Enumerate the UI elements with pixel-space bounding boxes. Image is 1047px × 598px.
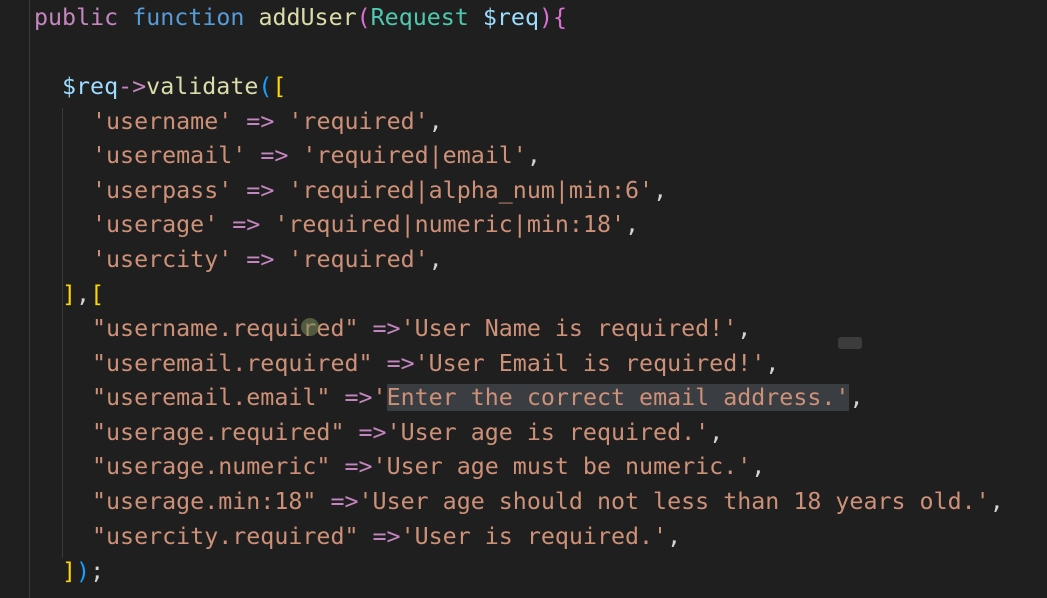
- code-line-validate[interactable]: $req->validate([: [0, 70, 1047, 104]
- arrow-operator: =>: [330, 488, 359, 515]
- message-value: 'User age should not less than 18 years …: [358, 488, 990, 515]
- code-line-rule[interactable]: 'useremail' => 'required|email',: [0, 139, 1047, 173]
- code-line-1[interactable]: public function addUser(Request $req){: [0, 1, 1047, 35]
- code-line-closing[interactable]: ]);: [0, 555, 1047, 589]
- message-value: 'User age must be numeric.': [372, 453, 752, 480]
- arrow-operator: ->: [118, 73, 147, 100]
- selected-text[interactable]: Enter the correct email address.': [386, 384, 850, 411]
- arrow-operator: =>: [386, 350, 415, 377]
- message-value: 'User Email is required!': [414, 350, 766, 377]
- param-req: $req: [482, 4, 539, 31]
- rule-value: 'required': [288, 108, 429, 135]
- arrow-operator: =>: [372, 523, 401, 550]
- message-key: "userage.min:18": [92, 488, 317, 515]
- semicolon: ;: [90, 558, 105, 585]
- code-line-rule[interactable]: 'usercity' => 'required',: [0, 243, 1047, 277]
- code-line-message[interactable]: "userage.required" =>'User age is requir…: [0, 416, 1047, 450]
- arrow-operator: =>: [358, 419, 387, 446]
- comma: ,: [849, 384, 864, 411]
- code-line-message[interactable]: "userage.min:18" =>'User age should not …: [0, 485, 1047, 519]
- message-key: "usercity.required": [92, 523, 359, 550]
- arrow-operator: =>: [372, 315, 401, 342]
- code-line-separator[interactable]: ],[: [0, 278, 1047, 312]
- paren-open: (: [356, 4, 371, 31]
- comma: ,: [709, 419, 724, 446]
- paren-open: (: [258, 73, 273, 100]
- keyword-public: public: [34, 4, 119, 31]
- bracket-close: ]: [62, 558, 77, 585]
- rule-value: 'required': [288, 246, 429, 273]
- comma: ,: [765, 350, 780, 377]
- code-editor[interactable]: public function addUser(Request $req){ $…: [0, 0, 1047, 598]
- comma: ,: [751, 453, 766, 480]
- comma: ,: [989, 488, 1004, 515]
- rule-value: 'required|numeric|min:18': [274, 211, 626, 238]
- message-key: "useremail.required": [92, 350, 373, 377]
- arrow-operator: =>: [232, 211, 261, 238]
- arrow-operator: =>: [246, 108, 275, 135]
- bracket-open: [: [272, 73, 287, 100]
- comma: ,: [667, 523, 682, 550]
- message-key: "userage.required": [92, 419, 345, 446]
- comma: ,: [76, 281, 91, 308]
- arrow-operator: =>: [246, 246, 275, 273]
- rule-value: 'required|email': [302, 142, 527, 169]
- var-req: $req: [62, 73, 119, 100]
- bracket-open: [: [90, 281, 105, 308]
- arrow-operator: =>: [344, 453, 373, 480]
- bracket-close: ]: [62, 281, 77, 308]
- comma: ,: [653, 177, 668, 204]
- message-value: 'User is required.': [400, 523, 668, 550]
- type-request: Request: [370, 4, 469, 31]
- comma: ,: [428, 246, 443, 273]
- code-line-message[interactable]: "username.required" =>'User Name is requ…: [0, 312, 1047, 346]
- comma: ,: [625, 211, 640, 238]
- code-line-message[interactable]: "usercity.required" =>'User is required.…: [0, 520, 1047, 554]
- rule-key: 'usercity': [92, 246, 233, 273]
- code-line-rule[interactable]: 'userpass' => 'required|alpha_num|min:6'…: [0, 174, 1047, 208]
- rule-key: 'username': [92, 108, 233, 135]
- message-value: 'User Name is required!': [400, 315, 738, 342]
- arrow-operator: =>: [260, 142, 289, 169]
- method-validate: validate: [146, 73, 259, 100]
- brace-open: {: [553, 4, 568, 31]
- message-key: "userage.numeric": [92, 453, 331, 480]
- comma: ,: [428, 108, 443, 135]
- rule-key: 'userpass': [92, 177, 233, 204]
- paren-close: ): [538, 4, 554, 31]
- function-name: addUser: [258, 4, 357, 31]
- code-line-message[interactable]: "userage.numeric" =>'User age must be nu…: [0, 450, 1047, 484]
- mouse-cursor-icon: [301, 318, 319, 336]
- code-line-rule[interactable]: 'userage' => 'required|numeric|min:18',: [0, 208, 1047, 242]
- code-line-message[interactable]: "useremail.required" =>'User Email is re…: [0, 347, 1047, 381]
- code-line-rule[interactable]: 'username' => 'required',: [0, 105, 1047, 139]
- message-value: 'User age is required.': [386, 419, 710, 446]
- quote-open: ': [372, 384, 387, 411]
- rule-key: 'userage': [92, 211, 219, 238]
- scroll-marker[interactable]: [838, 337, 862, 349]
- arrow-operator: =>: [246, 177, 275, 204]
- comma: ,: [737, 315, 752, 342]
- comma: ,: [526, 142, 541, 169]
- paren-close: ): [76, 558, 91, 585]
- arrow-operator: =>: [344, 384, 373, 411]
- code-line-message-selected[interactable]: "useremail.email" =>'Enter the correct e…: [0, 381, 1047, 415]
- rule-key: 'useremail': [92, 142, 247, 169]
- keyword-function: function: [132, 4, 245, 31]
- message-key: "useremail.email": [92, 384, 331, 411]
- rule-value: 'required|alpha_num|min:6': [288, 177, 654, 204]
